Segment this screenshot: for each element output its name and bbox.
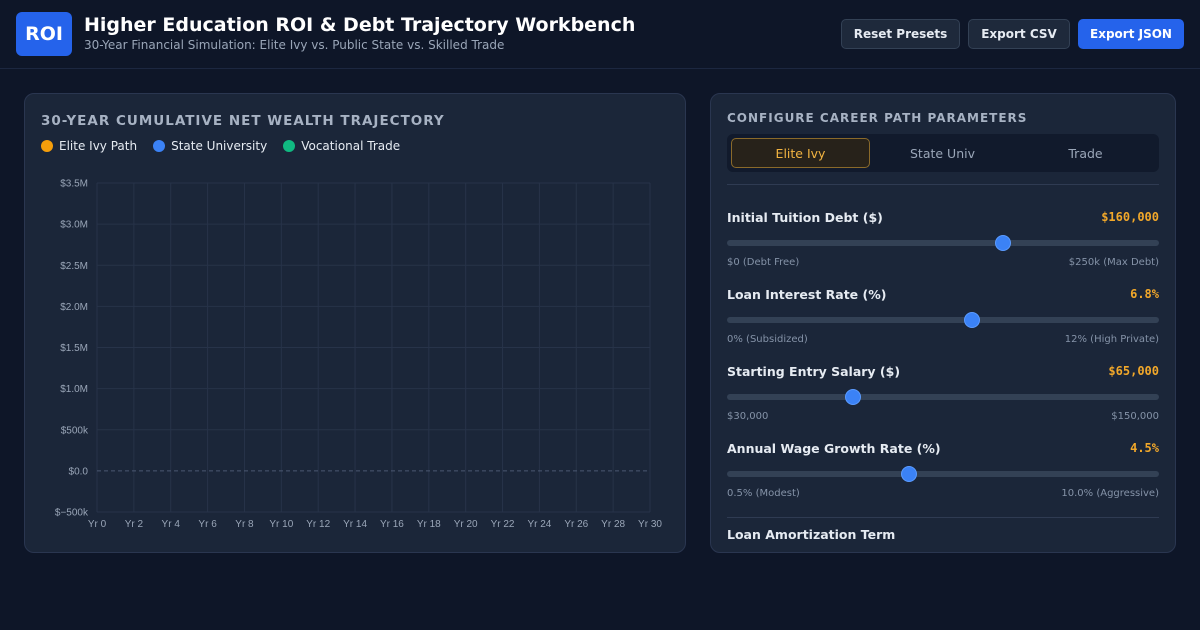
wealth-trajectory-chart: Yr 0 Yr 2 Yr 4 Yr 6 Yr 8 Yr 10 Yr 12 Yr 14 Yr 16… xyxy=(55,179,662,531)
y-tick-label: $1.0M xyxy=(60,384,88,395)
x-tick-label: Yr 2 xyxy=(125,519,144,530)
entry-salary-slider[interactable] xyxy=(727,389,1159,405)
x-tick-label: Yr 10 xyxy=(269,519,293,530)
tuition-debt-value: $160,000 xyxy=(1101,210,1159,224)
entry-salary-value: $65,000 xyxy=(1108,364,1159,378)
x-tick-label: Yr 22 xyxy=(491,519,515,530)
divider xyxy=(727,184,1159,185)
y-tick-label: $3.0M xyxy=(60,220,88,231)
amortization-term-label: Loan Amortization Term xyxy=(727,527,896,542)
career-path-tabs: Elite Ivy State Univ Trade xyxy=(727,134,1159,172)
tuition-debt-slider-thumb[interactable] xyxy=(995,235,1012,251)
app-logo: ROI xyxy=(16,12,72,56)
interest-rate-label: Loan Interest Rate (%) xyxy=(727,287,887,302)
wage-growth-min-label: 0.5% (Modest) xyxy=(727,488,800,499)
tuition-debt-max-label: $250k (Max Debt) xyxy=(1068,257,1159,268)
y-tick-label: $−500k xyxy=(55,508,89,519)
y-tick-label: $1.5M xyxy=(60,343,88,354)
y-tick-label: $0.0 xyxy=(69,466,89,477)
interest-rate-slider[interactable] xyxy=(727,312,1159,328)
x-tick-label: Yr 16 xyxy=(380,519,404,530)
entry-salary-slider-thumb[interactable] xyxy=(845,389,862,405)
x-tick-label: Yr 14 xyxy=(343,519,367,530)
app-title: Higher Education ROI & Debt Trajectory W… xyxy=(84,14,636,36)
wage-growth-value: 4.5% xyxy=(1130,441,1159,455)
x-tick-label: Yr 28 xyxy=(601,519,625,530)
x-tick-label: Yr 30 xyxy=(638,519,662,530)
reset-presets-button[interactable]: Reset Presets xyxy=(841,19,960,49)
x-tick-label: Yr 18 xyxy=(417,519,441,530)
entry-salary-max-label: $150,000 xyxy=(1111,411,1159,422)
y-tick-label: $2.5M xyxy=(60,261,88,272)
y-tick-label: $3.5M xyxy=(60,179,88,190)
y-tick-label: $500k xyxy=(61,425,89,436)
config-panel: CONFIGURE CAREER PATH PARAMETERS Elite I… xyxy=(710,93,1176,553)
tab-state-univ[interactable]: State Univ xyxy=(873,138,1012,168)
tuition-debt-slider[interactable] xyxy=(727,235,1159,251)
interest-rate-max-label: 12% (High Private) xyxy=(1064,334,1159,345)
x-tick-label: Yr 24 xyxy=(527,519,551,530)
tab-trade[interactable]: Trade xyxy=(1016,138,1155,168)
chart-panel: 30-YEAR CUMULATIVE NET WEALTH TRAJECTORY… xyxy=(24,93,686,553)
tuition-debt-min-label: $0 (Debt Free) xyxy=(727,257,800,268)
x-tick-label: Yr 0 xyxy=(88,519,107,530)
export-json-button[interactable]: Export JSON xyxy=(1078,19,1184,49)
interest-rate-value: 6.8% xyxy=(1130,287,1159,301)
entry-salary-min-label: $30,000 xyxy=(727,411,769,422)
wage-growth-slider[interactable] xyxy=(727,466,1159,482)
x-tick-label: Yr 12 xyxy=(306,519,330,530)
wage-growth-slider-thumb[interactable] xyxy=(900,466,917,482)
wage-growth-label: Annual Wage Growth Rate (%) xyxy=(727,441,941,456)
interest-rate-slider-thumb[interactable] xyxy=(963,312,980,328)
x-tick-label: Yr 8 xyxy=(235,519,254,530)
tuition-debt-label: Initial Tuition Debt ($) xyxy=(727,210,883,225)
interest-rate-min-label: 0% (Subsidized) xyxy=(727,334,808,345)
app-subtitle: 30-Year Financial Simulation: Elite Ivy … xyxy=(84,38,505,52)
tab-elite-ivy[interactable]: Elite Ivy xyxy=(731,138,870,168)
y-tick-label: $2.0M xyxy=(60,302,88,313)
export-csv-button[interactable]: Export CSV xyxy=(968,19,1070,49)
divider xyxy=(727,517,1159,518)
x-tick-label: Yr 20 xyxy=(454,519,478,530)
x-tick-label: Yr 4 xyxy=(162,519,181,530)
x-tick-label: Yr 26 xyxy=(564,519,588,530)
app-header: ROI Higher Education ROI & Debt Trajecto… xyxy=(0,0,1200,69)
entry-salary-label: Starting Entry Salary ($) xyxy=(727,364,901,379)
config-title: CONFIGURE CAREER PATH PARAMETERS xyxy=(727,111,1028,125)
x-tick-label: Yr 6 xyxy=(198,519,217,530)
wage-growth-max-label: 10.0% (Aggressive) xyxy=(1061,488,1159,499)
